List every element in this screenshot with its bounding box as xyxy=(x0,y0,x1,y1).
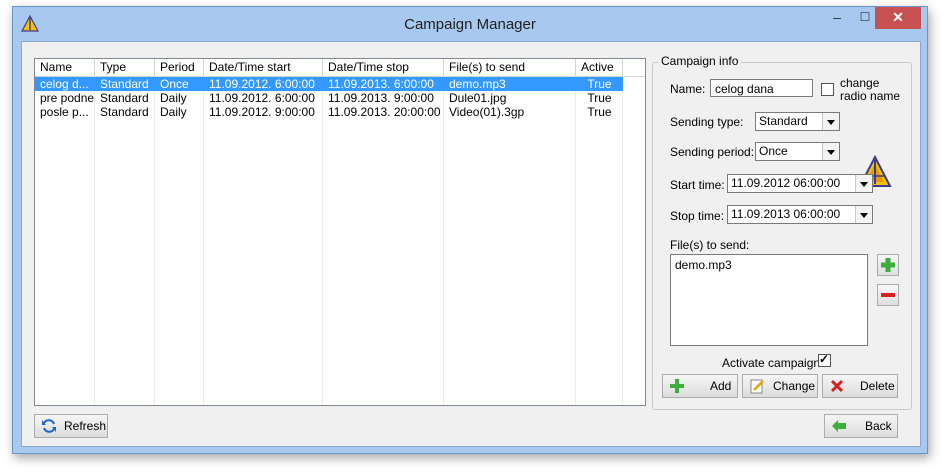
refresh-button[interactable]: Refresh xyxy=(34,414,108,438)
change-button-label: Change xyxy=(773,379,816,393)
stop-time-label: Stop time: xyxy=(670,209,725,223)
cell-period: Once xyxy=(160,77,189,91)
remove-file-button[interactable] xyxy=(877,284,899,306)
cell-stop: 11.09.2013. 6:00:00 xyxy=(328,77,434,91)
cell-start: 11.09.2012. 9:00:00 xyxy=(209,105,315,119)
change-radio-name-label-line2: radio name xyxy=(840,89,901,103)
cell-period: Daily xyxy=(160,105,187,119)
column-header-stop[interactable]: Date/Time stop xyxy=(323,59,444,76)
sending-period-value: Once xyxy=(759,144,788,158)
campaign-manager-window: Campaign Manager – ☐ ✕ Name Type Period … xyxy=(12,6,928,454)
column-divider xyxy=(575,76,576,405)
campaign-info-legend: Campaign info xyxy=(658,54,742,68)
column-header-active[interactable]: Active xyxy=(576,59,623,76)
column-header-period[interactable]: Period xyxy=(155,59,204,76)
column-header-start[interactable]: Date/Time start xyxy=(204,59,323,76)
sending-type-label: Sending type: xyxy=(670,115,744,129)
title-bar[interactable]: Campaign Manager – ☐ ✕ xyxy=(13,7,927,41)
column-divider xyxy=(622,76,623,405)
cell-active: True xyxy=(587,91,612,105)
name-field[interactable]: celog dana xyxy=(710,79,813,97)
chevron-down-icon[interactable] xyxy=(855,175,872,192)
cell-name: posle p... xyxy=(40,105,89,119)
delete-button-label: Delete xyxy=(860,379,895,393)
column-divider xyxy=(322,76,323,405)
start-time-value: 11.09.2012 06:00:00 xyxy=(731,176,841,190)
activate-campaign-checkbox[interactable] xyxy=(818,352,831,367)
cell-period: Daily xyxy=(160,91,187,105)
stop-time-value: 11.09.2013 06:00:00 xyxy=(731,207,841,221)
column-divider xyxy=(94,76,95,405)
change-button[interactable]: Change xyxy=(742,374,818,398)
sending-type-select[interactable]: Standard xyxy=(755,112,840,131)
column-divider xyxy=(443,76,444,405)
column-header-name[interactable]: Name xyxy=(35,59,95,76)
cell-type: Standard xyxy=(100,77,149,91)
list-item[interactable]: demo.mp3 xyxy=(675,258,863,272)
cell-type: Standard xyxy=(100,91,149,105)
table-row[interactable]: posle p... Standard Daily 11.09.2012. 9:… xyxy=(35,105,623,119)
change-radio-name-checkbox[interactable] xyxy=(821,83,834,96)
campaign-list[interactable]: Name Type Period Date/Time start Date/Ti… xyxy=(34,58,646,406)
stop-time-picker[interactable]: 11.09.2013 06:00:00 xyxy=(727,205,873,224)
add-file-button[interactable] xyxy=(877,254,899,276)
name-label: Name: xyxy=(670,82,706,96)
files-list[interactable]: demo.mp3 xyxy=(670,254,868,346)
close-button[interactable]: ✕ xyxy=(875,7,921,29)
minimize-button[interactable]: – xyxy=(823,7,851,29)
start-time-label: Start time: xyxy=(670,178,725,192)
edit-icon xyxy=(750,379,764,394)
chevron-down-icon[interactable] xyxy=(855,206,872,223)
back-button-label: Back xyxy=(865,419,892,433)
column-divider xyxy=(154,76,155,405)
table-row[interactable]: celog d... Standard Once 11.09.2012. 6:0… xyxy=(35,77,623,91)
sending-type-value: Standard xyxy=(759,114,808,128)
chevron-down-icon[interactable] xyxy=(822,113,839,130)
client-area: Name Type Period Date/Time start Date/Ti… xyxy=(21,41,921,447)
back-button[interactable]: Back xyxy=(824,414,898,438)
cell-start: 11.09.2012. 6:00:00 xyxy=(209,77,315,91)
add-button-label: Add xyxy=(710,379,732,393)
refresh-button-label: Refresh xyxy=(64,419,107,433)
cell-type: Standard xyxy=(100,105,149,119)
cell-start: 11.09.2012. 6:00:00 xyxy=(209,91,315,105)
table-row[interactable]: pre podne Standard Daily 11.09.2012. 6:0… xyxy=(35,91,623,105)
minus-icon xyxy=(881,293,895,297)
plus-icon xyxy=(670,379,684,393)
column-header-files[interactable]: File(s) to send xyxy=(444,59,576,76)
cell-active: True xyxy=(587,77,612,91)
delete-button[interactable]: Delete xyxy=(822,374,898,398)
add-button[interactable]: Add xyxy=(662,374,738,398)
cell-files: Dule01.jpg xyxy=(449,91,507,105)
change-radio-name-label: change radio name xyxy=(840,77,900,103)
plus-icon xyxy=(881,258,895,272)
sending-period-label: Sending period: xyxy=(670,145,755,159)
files-label: File(s) to send: xyxy=(670,238,750,252)
cell-stop: 11.09.2013. 9:00:00 xyxy=(328,91,434,105)
cell-files: Video(01).3gp xyxy=(449,105,525,119)
sending-period-select[interactable]: Once xyxy=(755,142,840,161)
column-divider xyxy=(203,76,204,405)
window-title: Campaign Manager xyxy=(404,16,536,33)
cell-files: demo.mp3 xyxy=(449,77,506,91)
cell-stop: 11.09.2013. 20:00:00 xyxy=(328,105,441,119)
cell-active: True xyxy=(587,105,612,119)
start-time-picker[interactable]: 11.09.2012 06:00:00 xyxy=(727,174,873,193)
refresh-icon xyxy=(42,419,56,433)
column-header-type[interactable]: Type xyxy=(95,59,155,76)
cell-name: pre podne xyxy=(40,91,95,105)
cell-name: celog d... xyxy=(40,77,89,91)
list-header: Name Type Period Date/Time start Date/Ti… xyxy=(35,59,645,77)
delete-x-icon xyxy=(830,379,844,393)
activate-campaign-label: Activate campaign xyxy=(722,356,821,370)
chevron-down-icon[interactable] xyxy=(822,143,839,160)
back-arrow-icon xyxy=(832,420,846,432)
